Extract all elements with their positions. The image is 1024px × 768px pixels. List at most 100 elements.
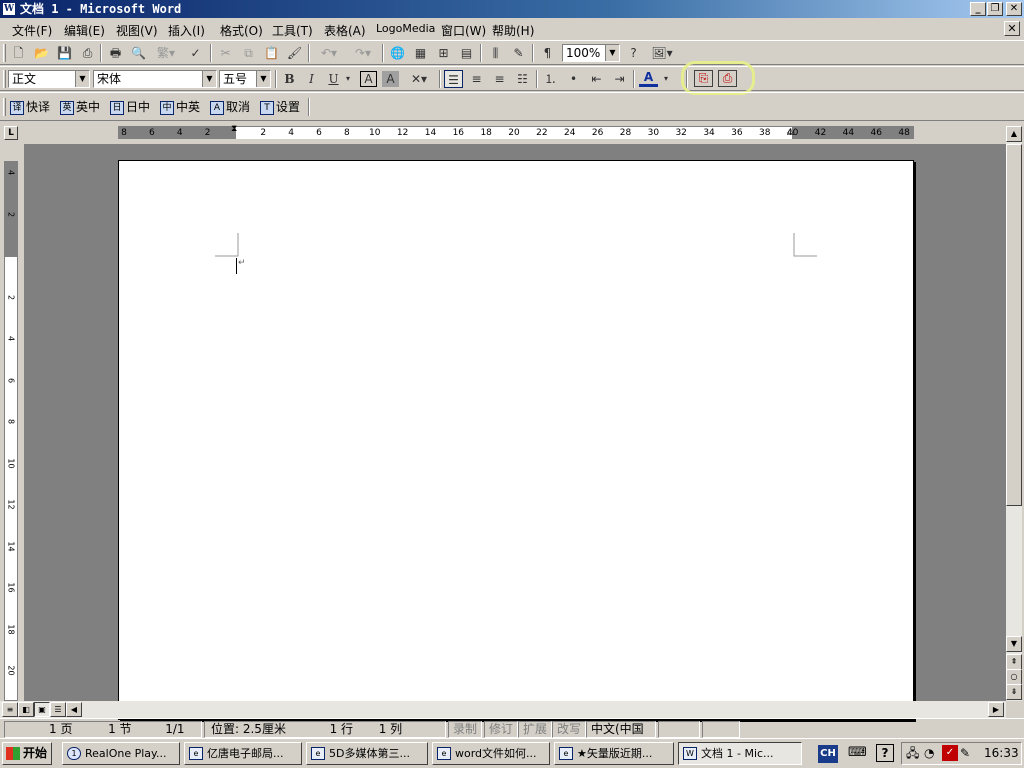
distribute-icon[interactable]: ☷ [513, 70, 532, 88]
print-preview-icon[interactable]: 🔍 [129, 44, 148, 62]
print-icon[interactable]: 🖶 [106, 44, 125, 62]
start-button[interactable]: 开始 [2, 742, 52, 765]
task-realone[interactable]: 1 RealOne Play... [62, 742, 180, 765]
translate-cancel-button[interactable]: A 取消 [210, 98, 250, 116]
translate-quick-button[interactable]: 译快译 [10, 98, 50, 116]
horizontal-scrollbar[interactable]: ≡ ◧ ▣ ☰ ◀ ▶ [0, 701, 1006, 718]
drawing-icon[interactable]: ✎ [509, 44, 528, 62]
menu-tools[interactable]: 工具(T) [272, 22, 313, 39]
tab-selector[interactable]: L [4, 126, 18, 140]
print-view-icon[interactable]: ▣ [34, 702, 50, 717]
toolbar-grip[interactable] [3, 98, 6, 116]
chevron-down-icon[interactable]: ▼ [605, 45, 619, 61]
redo-icon[interactable]: ↷▾ [348, 44, 378, 62]
keyboard-icon[interactable]: ⌨ [848, 745, 867, 760]
chevron-down-icon[interactable]: ▼ [75, 71, 89, 87]
undo-icon[interactable]: ↶▾ [314, 44, 344, 62]
scroll-down-button[interactable]: ▼ [1006, 636, 1022, 652]
columns-icon[interactable]: ⫼ [486, 44, 505, 62]
align-right-icon[interactable]: ≡ [490, 70, 509, 88]
zoom-combo[interactable]: 100% ▼ [562, 44, 620, 62]
numbering-icon[interactable]: ⒈ [541, 70, 560, 88]
cut-icon[interactable]: ✂ [216, 44, 235, 62]
network-icon[interactable]: 🖧 [906, 743, 919, 764]
translate-en-zh-button[interactable]: 英英中 [60, 98, 100, 116]
translate-ja-zh-button[interactable]: 日日中 [110, 98, 150, 116]
task-word[interactable]: W 文档 1 - Mic... [678, 742, 802, 765]
outline-view-icon[interactable]: ☰ [50, 702, 66, 717]
decrease-indent-icon[interactable]: ⇤ [587, 70, 606, 88]
right-indent-marker[interactable]: △ [787, 127, 794, 137]
indent-marker[interactable]: ⧗ [231, 124, 237, 134]
vertical-ruler[interactable]: 4 2 2 4 6 8 10 12 14 16 18 20 [4, 161, 18, 701]
menu-file[interactable]: 文件(F) [12, 22, 52, 39]
char-border-button[interactable]: A [360, 71, 377, 87]
copy-icon[interactable]: ⧉ [239, 44, 258, 62]
menu-help[interactable]: 帮助(H) [492, 22, 534, 39]
volume-icon[interactable]: ◔ [924, 743, 934, 764]
document-page[interactable] [118, 160, 914, 720]
minimize-button[interactable]: _ [970, 2, 986, 16]
underline-button[interactable]: U [324, 70, 343, 88]
chevron-down-icon[interactable]: ▼ [202, 71, 216, 87]
align-justify-icon[interactable]: ☰ [444, 70, 463, 88]
italic-button[interactable]: I [302, 70, 321, 88]
horizontal-ruler[interactable]: 8 6 4 2 2 4 6 8 10 12 14 16 18 20 22 24 26 28 30 32 34 36 38 40… [118, 124, 914, 139]
save-icon[interactable]: 💾 [55, 44, 74, 62]
new-icon[interactable]: 🗋 [9, 44, 28, 62]
char-shading-button[interactable]: A [382, 71, 399, 87]
help-icon[interactable]: ? [624, 44, 643, 62]
paste-icon[interactable]: 📋 [262, 44, 281, 62]
format-painter-icon[interactable]: 🖌 [285, 44, 304, 62]
menu-format[interactable]: 格式(O) [220, 22, 263, 39]
permission-icon[interactable]: ⎙ [78, 44, 97, 62]
menu-window[interactable]: 窗口(W) [441, 22, 486, 39]
status-ovr[interactable]: 改写 [552, 721, 586, 738]
task-browser-3[interactable]: e word文件如何... [432, 742, 550, 765]
restore-button[interactable]: ❐ [987, 2, 1003, 16]
select-browse-object-button[interactable]: ○ [1006, 669, 1022, 685]
scroll-up-button[interactable]: ▲ [1006, 126, 1022, 142]
status-trk[interactable]: 修订 [484, 721, 518, 738]
vertical-scrollbar[interactable]: ▲ ▼ ⇞ ○ ⇟ [1006, 126, 1022, 701]
task-browser-1[interactable]: e 亿唐电子邮局... [184, 742, 302, 765]
menu-edit[interactable]: 编辑(E) [64, 22, 105, 39]
menu-insert[interactable]: 插入(I) [168, 22, 205, 39]
insert-table-icon[interactable]: ⊞ [434, 44, 453, 62]
size-combo[interactable]: 五号 ▼ [219, 70, 271, 88]
bullets-icon[interactable]: • [564, 70, 583, 88]
antivirus-icon[interactable]: ✎ [960, 743, 970, 764]
scroll-thumb[interactable] [1006, 144, 1022, 506]
status-ext[interactable]: 扩展 [518, 721, 552, 738]
close-window-button[interactable]: ✕ [1006, 2, 1022, 16]
scroll-left-button[interactable]: ◀ [66, 702, 82, 717]
chevron-down-icon[interactable]: ▼ [256, 71, 270, 87]
status-rec[interactable]: 录制 [448, 721, 482, 738]
tables-borders-icon[interactable]: ▦ [411, 44, 430, 62]
font-combo[interactable]: 宋体 ▼ [93, 70, 217, 88]
research-icon[interactable]: ✓ [186, 44, 205, 62]
toolbar-grip[interactable] [3, 70, 6, 88]
help-tray-icon[interactable]: ? [876, 744, 894, 762]
style-combo[interactable]: 正文 ▼ [8, 70, 90, 88]
close-document-button[interactable]: ✕ [1004, 21, 1020, 36]
bold-button[interactable]: B [280, 70, 299, 88]
clock[interactable]: 16:33 [984, 743, 1019, 764]
scroll-right-button[interactable]: ▶ [988, 702, 1004, 717]
task-browser-4[interactable]: e ★矢量版近期... [554, 742, 674, 765]
task-browser-2[interactable]: e 5D多媒体第三... [306, 742, 428, 765]
flashget-icon[interactable]: ✓ [942, 745, 958, 761]
next-page-button[interactable]: ⇟ [1006, 684, 1022, 700]
hyperlink-icon[interactable]: 🌐 [388, 44, 407, 62]
normal-view-icon[interactable]: ≡ [2, 702, 18, 717]
char-scale-icon[interactable]: ✕▾ [404, 70, 434, 88]
menu-logomedia[interactable]: LogoMedia [376, 22, 435, 35]
spelling-icon[interactable]: 繁▾ [152, 44, 180, 62]
align-center-icon[interactable]: ≡ [467, 70, 486, 88]
web-view-icon[interactable]: ◧ [18, 702, 34, 717]
word-app-icon[interactable]: W [2, 2, 16, 16]
read-icon[interactable]: 🖼▾ [647, 44, 677, 62]
input-method-indicator[interactable]: CH [818, 745, 838, 763]
previous-page-button[interactable]: ⇞ [1006, 654, 1022, 670]
increase-indent-icon[interactable]: ⇥ [610, 70, 629, 88]
